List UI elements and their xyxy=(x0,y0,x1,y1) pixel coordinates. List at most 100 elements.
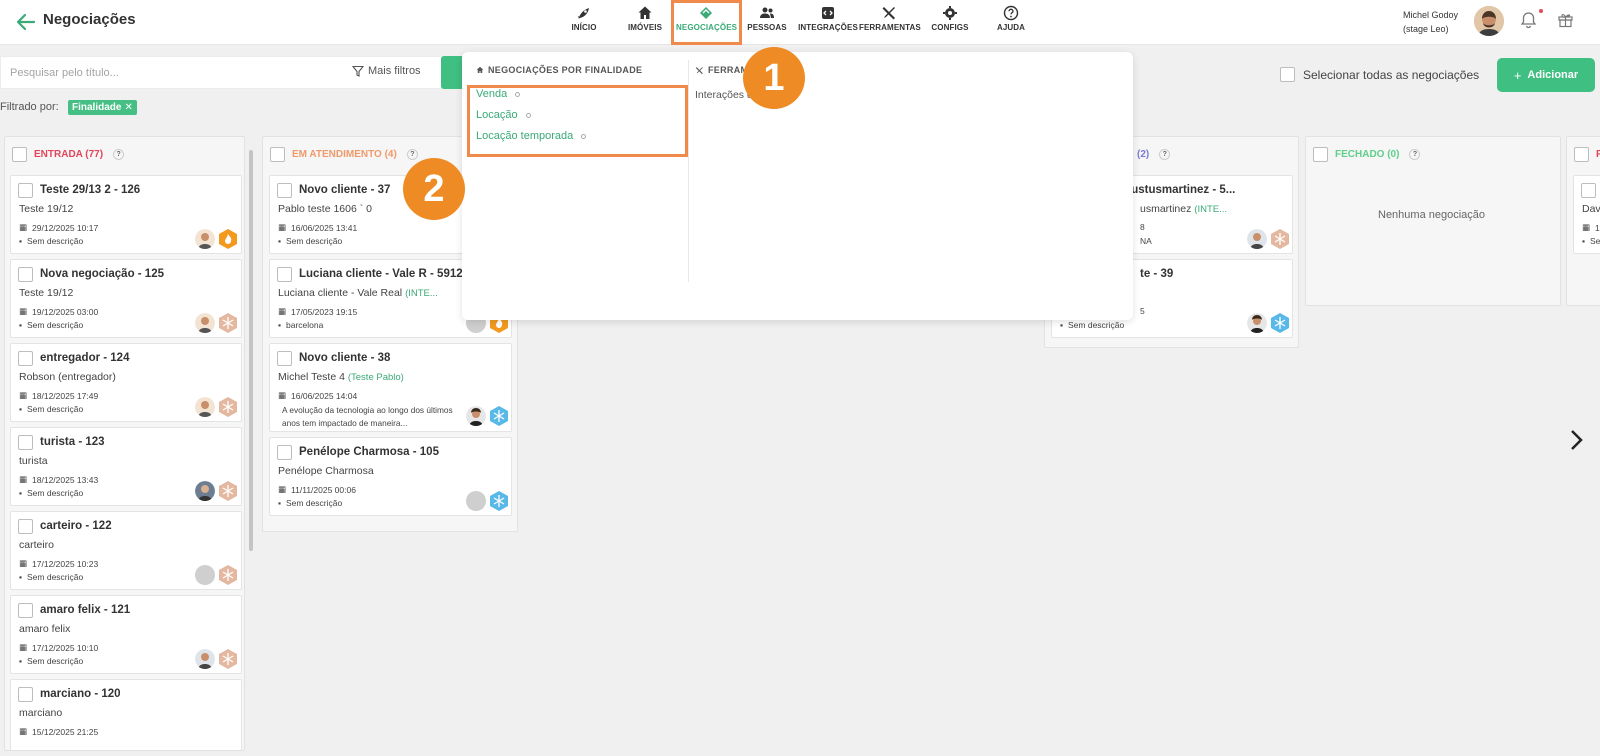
deal-card[interactable]: Teste 29/13 2 - 126 Teste 19/12 ▦ 29/12/2… xyxy=(10,175,242,254)
card-checkbox[interactable] xyxy=(277,183,292,198)
avatar xyxy=(1247,313,1267,333)
comment-icon: ▪ xyxy=(19,320,23,330)
calendar-icon: ▦ xyxy=(278,222,287,232)
card-title: carteiro - 122 xyxy=(40,520,112,532)
page-title: Negociações xyxy=(43,11,136,28)
card-desc-text: Sem descrição xyxy=(27,656,84,666)
deal-card[interactable]: entregador - 124 Robson (entregador) ▦ 18… xyxy=(10,343,242,422)
card-checkbox[interactable] xyxy=(1581,183,1596,198)
nav-inicio[interactable]: INÍCIO xyxy=(554,4,614,42)
column-header: ENTRADA (77) ? xyxy=(5,137,244,171)
card-date-text: 29/12/2025 10:17 xyxy=(32,222,99,233)
select-all-label: Selecionar todas as negociações xyxy=(1303,67,1480,82)
deal-card[interactable]: turista - 123 turista ▦ 18/12/2025 13:43 … xyxy=(10,427,242,506)
help-icon[interactable]: ? xyxy=(1409,148,1421,160)
user-name: Michel Godoy xyxy=(1403,10,1459,20)
card-checkbox[interactable] xyxy=(18,519,33,534)
comment-icon: ▪ xyxy=(19,656,23,666)
kanban-column-entrada: ENTRADA (77) ? Teste 29/13 2 - 126 Teste… xyxy=(4,136,245,751)
add-button[interactable]: + Adicionar xyxy=(1497,58,1595,92)
nav-imoveis[interactable]: IMÓVEIS xyxy=(615,4,675,42)
integration-icon xyxy=(822,7,834,19)
select-all[interactable]: Selecionar todas as negociações xyxy=(1280,67,1479,82)
gift-icon[interactable] xyxy=(1557,11,1574,28)
deal-card[interactable]: Novo cliente - 38 Michel Teste 4 (Teste … xyxy=(269,343,512,432)
more-filters-button[interactable]: Mais filtros xyxy=(352,65,421,77)
card-checkbox[interactable] xyxy=(18,351,33,366)
deal-card[interactable]: Nova negociação - 125 Teste 19/12 ▦ 19/12… xyxy=(10,259,242,338)
bell-icon[interactable] xyxy=(1520,11,1537,29)
card-checkbox[interactable] xyxy=(18,183,33,198)
card-client: Michel Teste 4 (Teste Pablo) xyxy=(278,371,404,383)
nav-configs[interactable]: CONFIGS xyxy=(920,4,980,42)
deal-card[interactable]: carteiro - 122 carteiro ▦ 17/12/2025 10:2… xyxy=(10,511,242,590)
filter-chip: Finalidade ✕ xyxy=(68,100,137,115)
card-desc: ▪ Sem descrição xyxy=(19,320,83,330)
deal-card[interactable]: Penélope Charmosa - 105 Penélope Charmos… xyxy=(269,437,512,516)
help-icon[interactable]: ? xyxy=(406,148,418,160)
card-title: Penélope Charmosa - 105 xyxy=(299,446,439,458)
card-checkbox[interactable] xyxy=(277,267,292,282)
column-checkbox[interactable] xyxy=(270,146,285,162)
help-icon[interactable]: ? xyxy=(1159,148,1171,160)
card-desc: ▪ Sem descrição xyxy=(278,236,342,246)
back-arrow-icon[interactable] xyxy=(14,10,38,34)
card-checkbox[interactable] xyxy=(18,603,33,618)
card-checkbox[interactable] xyxy=(277,445,292,460)
column-checkbox[interactable] xyxy=(1574,146,1589,162)
close-icon[interactable]: ✕ xyxy=(124,102,132,113)
card-date: ▦ 11/11/2025 00:06 xyxy=(278,484,356,495)
help-icon xyxy=(1003,5,1019,21)
column-checkbox[interactable] xyxy=(12,146,27,162)
card-desc-text: Sem descrição xyxy=(286,236,343,246)
card-checkbox[interactable] xyxy=(277,351,292,366)
snow-hexagon-icon xyxy=(219,565,237,585)
nav-integracoes[interactable]: INTEGRAÇÕES xyxy=(798,4,858,42)
search-button[interactable] xyxy=(441,56,463,89)
comment-icon: ▪ xyxy=(19,404,23,414)
select-all-checkbox[interactable] xyxy=(1280,67,1295,82)
deal-card[interactable]: amaro felix - 121 amaro felix ▦ 17/12/202… xyxy=(10,595,242,674)
card-checkbox[interactable] xyxy=(18,687,33,702)
card-checkbox[interactable] xyxy=(18,267,33,282)
user-avatar[interactable] xyxy=(1474,6,1504,36)
nav-label: FERRAMENTAS xyxy=(859,23,921,32)
chevron-right-icon[interactable] xyxy=(1568,428,1584,452)
calendar-icon: ▦ xyxy=(278,306,287,316)
deal-card[interactable]: marciano - 120 marciano ▦ 15/12/2025 21:2… xyxy=(10,679,242,750)
card-desc-text: Se xyxy=(1590,236,1600,246)
user-info[interactable]: Michel Godoy (stage Leo) xyxy=(1403,8,1458,36)
gear-icon xyxy=(943,6,957,20)
card-desc: ▪ Sem descrição xyxy=(19,572,83,582)
card-date-text: 18 xyxy=(1595,222,1600,233)
kanban-column-5: P D Davi ▦18 ▪Se xyxy=(1566,136,1600,306)
column-scrollbar[interactable] xyxy=(247,142,255,739)
calendar-icon: ▦ xyxy=(19,474,28,484)
card-date-text: 17/12/2025 10:23 xyxy=(32,558,99,569)
scroll-thumb[interactable] xyxy=(249,150,253,551)
avatar xyxy=(195,229,215,249)
nav-ferramentas[interactable]: FERRAMENTAS xyxy=(859,4,921,42)
help-icon[interactable]: ? xyxy=(113,148,125,160)
card-desc-long: A evolução da tecnologia ao longo dos úl… xyxy=(282,405,453,428)
card-date-text: 16/06/2025 14:04 xyxy=(291,390,358,401)
calendar-icon: ▦ xyxy=(19,222,28,232)
card-desc: ▪ Sem descrição xyxy=(19,236,83,246)
add-button-label: Adicionar xyxy=(1527,69,1579,81)
comment-icon: ▪ xyxy=(278,498,282,508)
card-checkbox[interactable] xyxy=(18,435,33,450)
nav-ajuda[interactable]: AJUDA xyxy=(981,4,1041,42)
column-checkbox[interactable] xyxy=(1313,146,1328,162)
plus-icon: + xyxy=(1513,67,1522,83)
nav-label: CONFIGS xyxy=(931,23,969,32)
card-desc-text: Sem descrição xyxy=(27,488,84,498)
column-title: EM ATENDIMENTO (4) xyxy=(292,148,397,160)
snow-hexagon-icon xyxy=(219,313,237,333)
card-date-text: 18/12/2025 17:49 xyxy=(32,390,99,401)
fire-hexagon-icon xyxy=(219,229,237,249)
search-input[interactable] xyxy=(1,57,321,88)
nav-pessoas[interactable]: PESSOAS xyxy=(737,4,797,42)
card-date: ▦ 15/12/2025 21:25 xyxy=(19,726,98,737)
deal-card[interactable]: D Davi ▦18 ▪Se xyxy=(1573,175,1600,254)
avatar xyxy=(195,313,215,333)
